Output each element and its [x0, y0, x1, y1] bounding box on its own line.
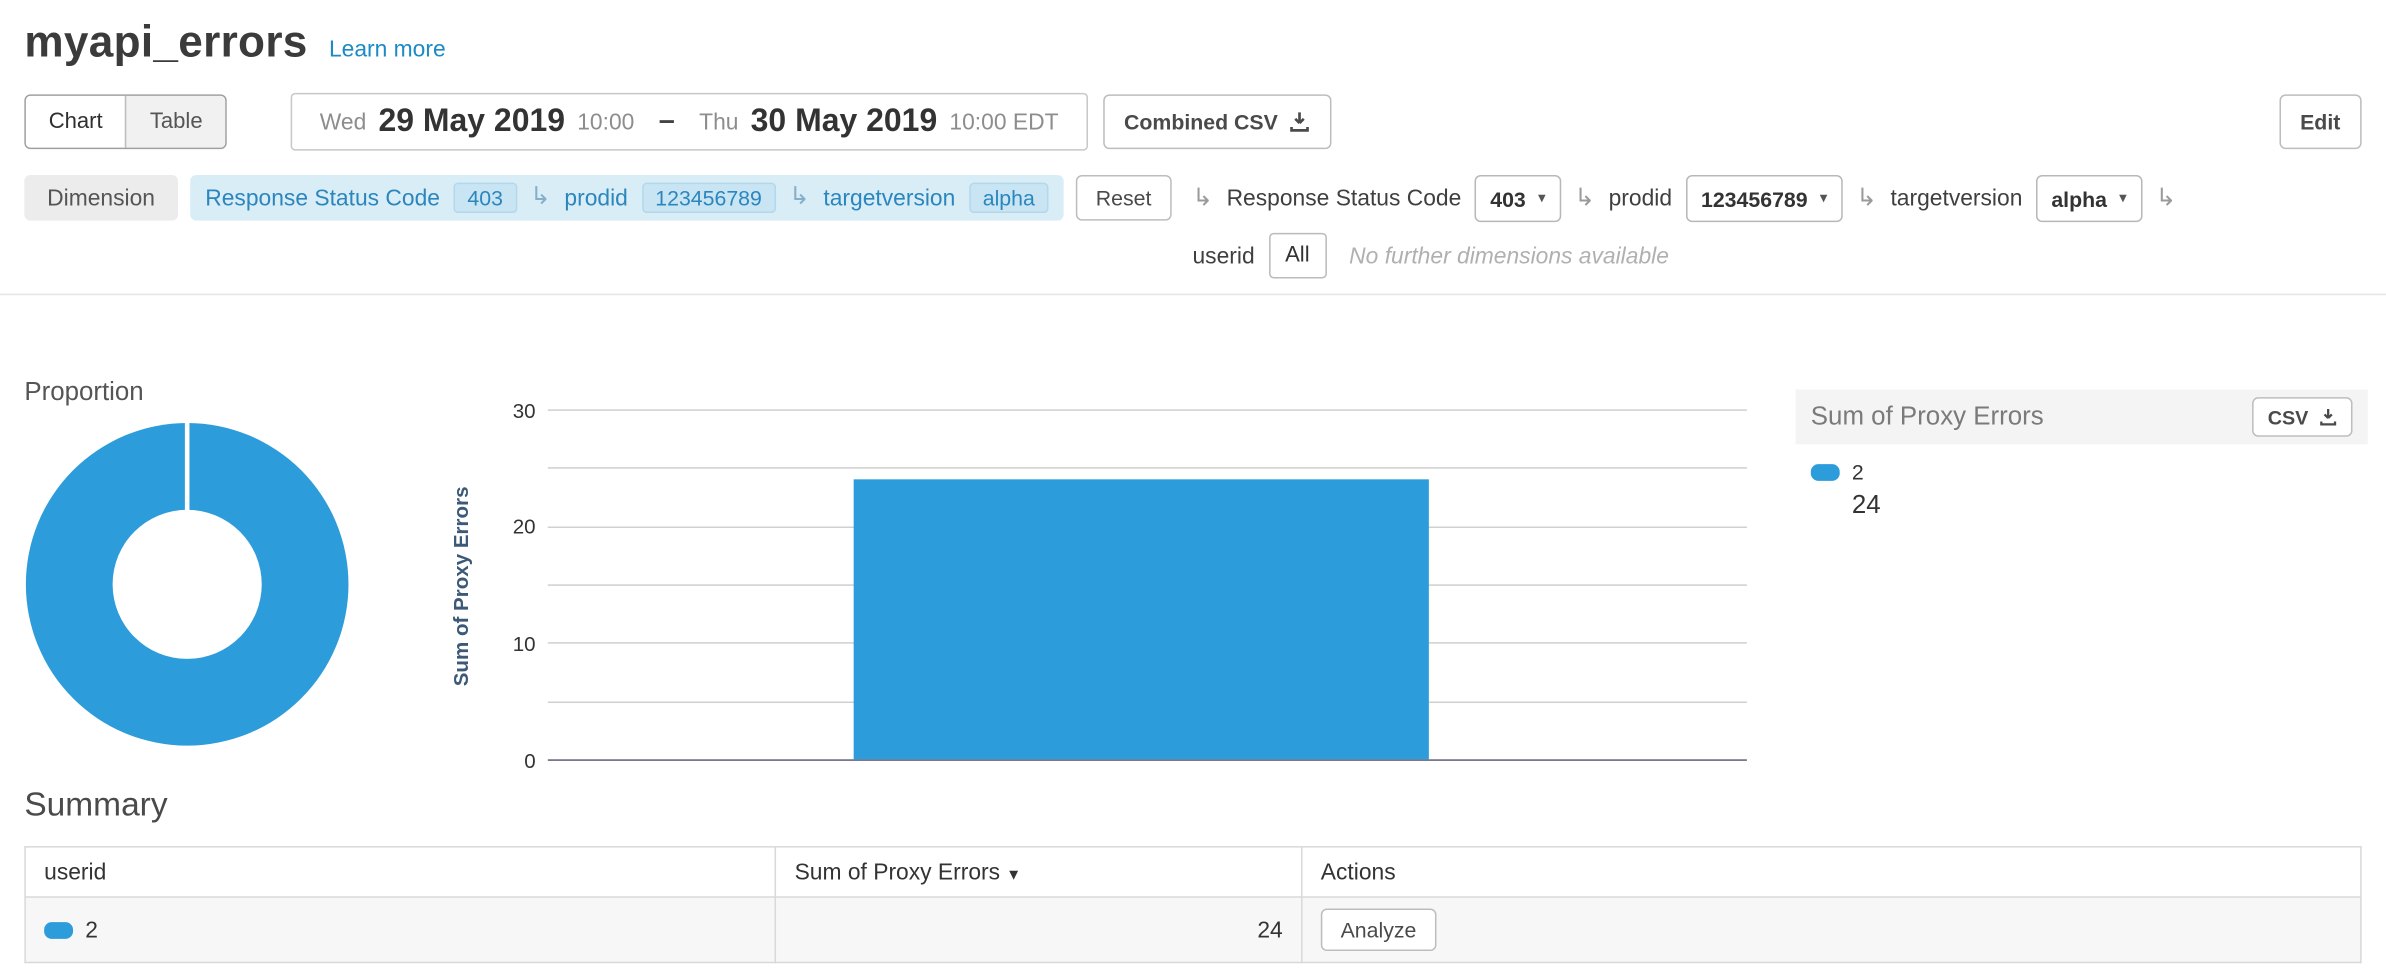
breadcrumb-value[interactable]: 403 [454, 183, 517, 213]
column-header-actions: Actions [1302, 847, 2361, 897]
y-tick-label: 0 [487, 751, 536, 772]
gridline [548, 409, 1747, 411]
proportion-label: Proportion [24, 377, 143, 407]
edit-label: Edit [2300, 110, 2340, 134]
cell-sum: 24 [776, 897, 1302, 962]
y-axis-label: Sum of Proxy Errors [444, 411, 477, 761]
legend-swatch [1811, 463, 1840, 480]
reset-label: Reset [1096, 186, 1152, 210]
summary-title: Summary [24, 785, 2386, 825]
userid-value: 2 [85, 917, 98, 943]
column-header-sum[interactable]: Sum of Proxy Errors ▼ [776, 847, 1302, 897]
y-tick-label: 30 [487, 401, 536, 422]
drilldown-arrow-icon: ↳ [1192, 186, 1212, 210]
edit-button[interactable]: Edit [2279, 94, 2362, 149]
sort-caret-icon: ▼ [1006, 867, 1021, 884]
legend-value: 24 [1852, 490, 2353, 520]
table-header-row: userid Sum of Proxy Errors ▼ Actions [25, 847, 2361, 897]
breadcrumb-name[interactable]: targetversion [823, 185, 955, 211]
legend-body: 2 24 [1796, 444, 2368, 520]
bar-plot: 0102030 [548, 411, 1747, 761]
drilldown-name: Response Status Code [1227, 186, 1462, 212]
breadcrumb-value[interactable]: 123456789 [642, 183, 776, 213]
drilldown-arrow-icon: ↳ [2156, 186, 2176, 210]
combined-csv-label: Combined CSV [1124, 110, 1278, 134]
chevron-down-icon: ▾ [1538, 190, 1546, 207]
series-swatch [44, 921, 73, 938]
cell-actions: Analyze [1302, 897, 2361, 962]
breadcrumb-name[interactable]: prodid [564, 185, 627, 211]
drilldown-arrow-icon: ↳ [1575, 186, 1595, 210]
csv-button[interactable]: CSV [2252, 397, 2352, 437]
chevron-down-icon: ▾ [2119, 190, 2127, 207]
date-range-picker[interactable]: Wed 29 May 2019 10:00 – Thu 30 May 2019 … [291, 93, 1088, 151]
toolbar: Chart Table Wed 29 May 2019 10:00 – Thu … [24, 93, 2361, 151]
page: myapi_errors Learn more Chart Table Wed … [0, 0, 2386, 968]
drilldown-name: prodid [1609, 186, 1672, 212]
table-row: 2 24 Analyze [25, 897, 2361, 962]
start-date: 29 May 2019 [378, 103, 565, 140]
date-range-separator: – [659, 105, 675, 138]
legend-title: Sum of Proxy Errors [1811, 402, 2044, 432]
breadcrumb: Response Status Code 403 ↳ prodid 123456… [190, 175, 1064, 221]
start-day: Wed [320, 109, 367, 135]
charts-region: Proportion Sum of Proxy Errors 0102030 S… [0, 295, 2386, 782]
analyze-label: Analyze [1341, 918, 1417, 942]
no-more-dimensions-message: No further dimensions available [1349, 243, 1669, 269]
select-value: 403 [1490, 186, 1526, 210]
download-icon [1289, 111, 1310, 132]
y-tick-label: 10 [487, 634, 536, 655]
select-value: alpha [2051, 186, 2107, 210]
gridline [548, 759, 1747, 761]
next-dimension-value-chip[interactable]: All [1268, 233, 1326, 279]
donut-hole [113, 510, 262, 659]
table-tab[interactable]: Table [125, 96, 225, 148]
header: myapi_errors Learn more [0, 0, 2386, 68]
prodid-select[interactable]: 123456789 ▾ [1686, 175, 1843, 222]
combined-csv-button[interactable]: Combined CSV [1103, 94, 1331, 149]
end-date: 30 May 2019 [751, 103, 938, 140]
dimension-bar: Dimension Response Status Code 403 ↳ pro… [24, 175, 2361, 278]
drilldown-name: targetversion [1890, 186, 2022, 212]
column-header-userid: userid [25, 847, 775, 897]
y-tick-label: 20 [487, 517, 536, 538]
drilldown-controls: ↳ Response Status Code 403 ▾ ↳ prodid 12… [1192, 175, 2176, 278]
proportion-donut [26, 423, 349, 746]
chart-tab[interactable]: Chart [26, 96, 126, 148]
reset-button[interactable]: Reset [1076, 175, 1171, 221]
learn-more-link[interactable]: Learn more [329, 37, 446, 63]
chevron-down-icon: ▾ [1820, 190, 1828, 207]
targetversion-select[interactable]: alpha ▾ [2036, 175, 2142, 222]
csv-label: CSV [2268, 406, 2309, 429]
legend-header: Sum of Proxy Errors CSV [1796, 390, 2368, 445]
select-value: 123456789 [1701, 186, 1808, 210]
breadcrumb-value[interactable]: alpha [969, 183, 1049, 213]
drilldown-arrow-icon: ↳ [530, 186, 550, 210]
legend-panel: Sum of Proxy Errors CSV 2 24 [1796, 390, 2368, 521]
summary-table: userid Sum of Proxy Errors ▼ Actions 2 24 [24, 846, 2361, 963]
cell-userid: 2 [25, 897, 775, 962]
drilldown-arrow-icon: ↳ [1856, 186, 1876, 210]
end-day: Thu [699, 109, 738, 135]
legend-series-label: 2 [1852, 460, 1864, 484]
bar-series [854, 479, 1430, 759]
dimension-breadcrumb-area: Dimension Response Status Code 403 ↳ pro… [24, 175, 1171, 221]
start-time: 10:00 [577, 109, 634, 135]
analyze-button[interactable]: Analyze [1321, 908, 1436, 951]
donut-slice-gap [185, 423, 190, 514]
response-status-code-select[interactable]: 403 ▾ [1475, 175, 1561, 222]
next-dimension-name: userid [1192, 243, 1254, 269]
dimension-label: Dimension [24, 175, 177, 221]
legend-item[interactable]: 2 [1811, 460, 2353, 484]
column-header-sum-label: Sum of Proxy Errors [795, 859, 1000, 885]
chart-table-toggle: Chart Table [24, 94, 227, 149]
drilldown-row-next: userid All No further dimensions availab… [1192, 233, 2176, 279]
drilldown-row: ↳ Response Status Code 403 ▾ ↳ prodid 12… [1192, 175, 2176, 222]
drilldown-arrow-icon: ↳ [789, 186, 809, 210]
breadcrumb-name[interactable]: Response Status Code [205, 185, 440, 211]
page-title: myapi_errors [24, 18, 307, 68]
gridline [548, 468, 1747, 470]
end-time: 10:00 EDT [949, 109, 1058, 135]
download-icon [2319, 408, 2337, 426]
